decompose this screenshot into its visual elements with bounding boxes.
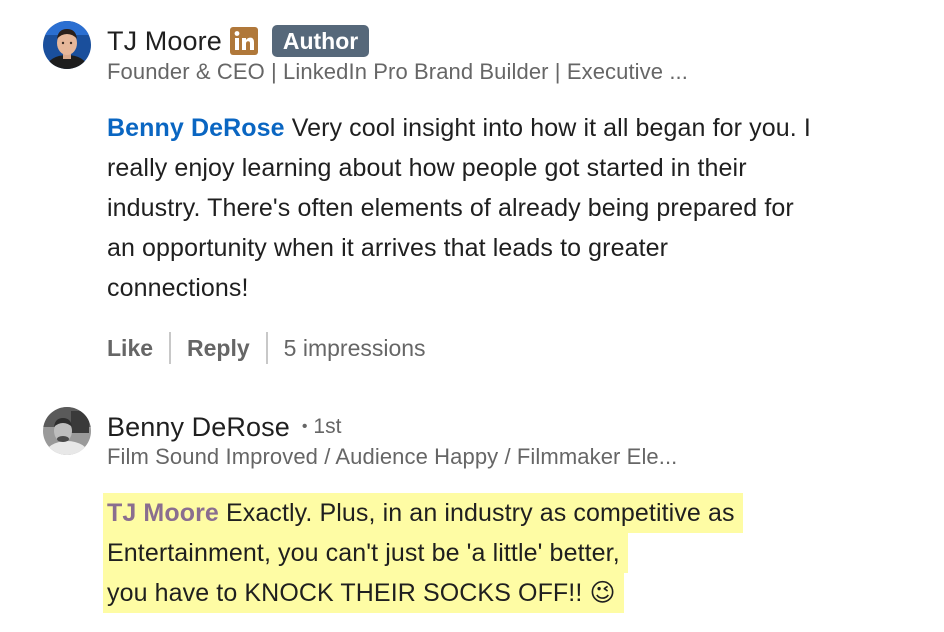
comment-line: an opportunity when it arrives that lead… bbox=[107, 234, 669, 262]
impressions-count[interactable]: 5 impressions bbox=[284, 335, 426, 362]
comment-actions: Like Reply 5 impressions bbox=[107, 331, 426, 365]
comment-text: Benny DeRose Very cool insight into how … bbox=[107, 108, 927, 308]
linkedin-icon bbox=[229, 27, 258, 55]
comment-line: Entertainment, you can't just be 'a litt… bbox=[103, 533, 927, 573]
reply-button[interactable]: Reply bbox=[187, 335, 250, 362]
degree-separator: • bbox=[301, 418, 308, 435]
author-headline[interactable]: Founder & CEO | LinkedIn Pro Brand Build… bbox=[107, 59, 688, 85]
connection-degree: 1st bbox=[313, 415, 342, 438]
avatar-tj-moore[interactable] bbox=[43, 21, 91, 69]
comment-line-text: Very cool insight into how it all began … bbox=[291, 114, 811, 142]
author-name[interactable]: TJ Moore bbox=[107, 26, 222, 57]
comment-line: Benny DeRose Very cool insight into how … bbox=[107, 108, 927, 148]
author-badge: Author bbox=[271, 25, 370, 57]
avatar-benny-derose[interactable] bbox=[43, 407, 91, 455]
mention-link[interactable]: TJ Moore bbox=[107, 499, 219, 527]
comment-line: connections! bbox=[107, 274, 249, 302]
comment-line: you have to KNOCK THEIR SOCKS OFF!! 😉 bbox=[103, 573, 927, 613]
like-button[interactable]: Like bbox=[107, 335, 153, 362]
comment-text: TJ Moore Exactly. Plus, in an industry a… bbox=[103, 493, 927, 613]
author-row: Benny DeRose • 1st bbox=[107, 409, 341, 445]
author-row: TJ Moore Author bbox=[107, 23, 370, 59]
highlighted-line: Entertainment, you can't just be 'a litt… bbox=[103, 533, 628, 573]
mention-link[interactable]: Benny DeRose bbox=[107, 114, 285, 142]
comment-line: really enjoy learning about how people g… bbox=[107, 154, 747, 182]
action-divider bbox=[265, 332, 268, 364]
action-divider bbox=[169, 332, 172, 364]
highlighted-line: TJ Moore Exactly. Plus, in an industry a… bbox=[103, 493, 743, 533]
author-name[interactable]: Benny DeRose bbox=[107, 412, 290, 443]
comment-line: industry. There's often elements of alre… bbox=[107, 194, 794, 222]
author-headline[interactable]: Film Sound Improved / Audience Happy / F… bbox=[107, 444, 677, 470]
comment-line-text: Exactly. Plus, in an industry as competi… bbox=[225, 499, 735, 527]
highlighted-line: you have to KNOCK THEIR SOCKS OFF!! 😉 bbox=[103, 573, 624, 613]
comment-line: TJ Moore Exactly. Plus, in an industry a… bbox=[103, 493, 927, 533]
